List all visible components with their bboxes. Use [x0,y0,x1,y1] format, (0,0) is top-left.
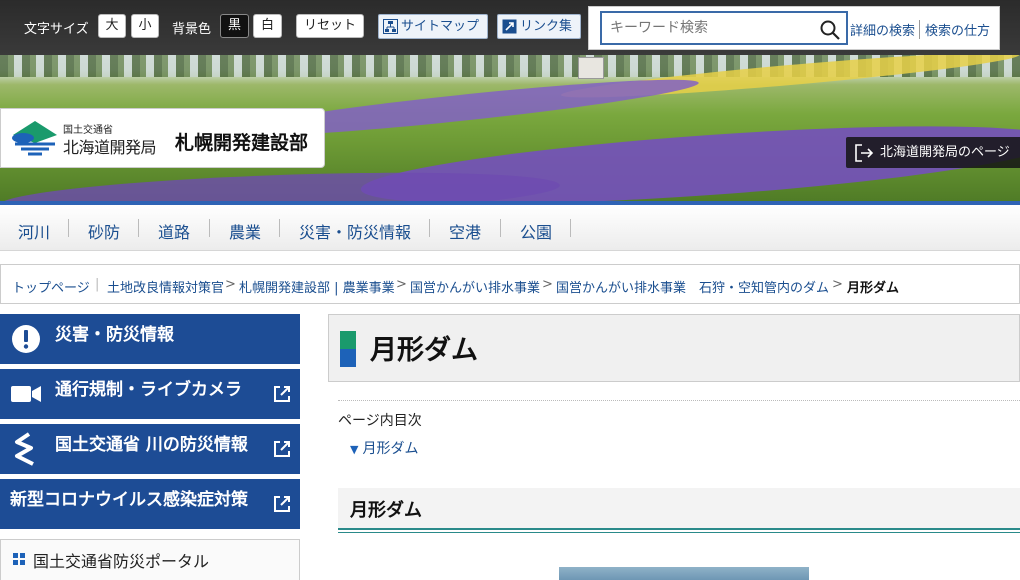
sidebar-traffic-button[interactable]: 通行規制・ライブカメラ [0,369,300,419]
sidebar-disaster-label: 災害・防災情報 [55,325,174,345]
bg-color-label: 背景色 [172,22,212,37]
breadcrumb-item[interactable]: 国営かんがい排水事業 石狩・空知管内のダム [556,277,829,296]
nav-item-park[interactable]: 公園 [520,219,552,243]
links-link[interactable]: リンク集 [497,14,581,39]
grid-icon [13,553,25,565]
reset-button[interactable]: リセット [296,14,364,38]
nav-item-road[interactable]: 道路 [158,219,190,243]
sidebar-river-button[interactable]: 国土交通省 川の防災情報 [0,424,300,474]
bg-black-button[interactable]: 黒 [220,14,249,38]
bureau-logo-icon [12,121,57,156]
toc-item-label: 月形ダム [362,441,419,457]
section-heading: 月形ダム [338,488,1020,533]
exit-icon [855,144,874,162]
sitemap-link[interactable]: サイトマップ [378,14,488,39]
nav-item-disaster[interactable]: 災害・防災情報 [299,219,411,243]
logo-bureau: 北海道開発局 [63,138,157,157]
font-large-button[interactable]: 大 [98,14,126,38]
toc-item[interactable]: ▼ 月形ダム [350,438,418,458]
breadcrumb-item[interactable]: 札幌開発建設部 | 農業事業 [239,277,395,296]
alert-icon [12,325,40,353]
nav-item-agriculture[interactable]: 農業 [229,219,261,243]
banner-tower [578,57,604,79]
title-accent-blue [340,349,356,367]
page-title: 月形ダム [370,335,478,366]
sidebar-river-label: 国土交通省 川の防災情報 [55,435,248,455]
video-camera-icon [11,386,41,402]
how-to-search-link[interactable]: 検索の仕方 [919,20,990,39]
sidebar-portal-label: 国土交通省防災ポータル [33,552,210,571]
logo-office: 札幌開発建設部 [175,132,309,154]
toc-label: ページ内目次 [338,413,422,429]
dam-photo [559,567,809,580]
breadcrumb-current: 月形ダム [847,281,900,296]
breadcrumb-item[interactable]: トップページ [12,277,90,296]
breadcrumb: トップページ | 土地改良情報対策官 > 札幌開発建設部 | 農業事業 > 国営… [0,264,1020,304]
sidebar-corona-button[interactable]: 新型コロナウイルス感染症対策 [0,479,300,529]
hokkaido-bureau-label: 北海道開発局のページ [880,145,1010,160]
breadcrumb-item[interactable]: 国営かんがい排水事業 [410,277,540,296]
external-link-icon [502,19,517,34]
nav-item-river[interactable]: 河川 [18,219,50,243]
sidebar-corona-label: 新型コロナウイルス感染症対策 [10,490,248,510]
advanced-search-link[interactable]: 詳細の検索 [850,20,915,39]
sidebar-portal-link[interactable]: 国土交通省防災ポータル [0,539,300,580]
links-label: リンク集 [520,19,573,34]
search-area: 詳細の検索 検索の仕方 [588,6,1000,50]
external-link-icon [274,441,290,457]
sidebar-traffic-label: 通行規制・ライブカメラ [55,380,242,400]
nav-item-erosion[interactable]: 砂防 [88,219,120,243]
bg-white-button[interactable]: 白 [253,14,282,38]
breadcrumb-item[interactable]: 土地改良情報対策官 [107,277,224,296]
triangle-down-icon: ▼ [350,443,359,456]
title-accent-green [340,331,356,349]
global-nav: 河川 砂防 道路 農業 災害・防災情報 空港 公園 [0,205,1020,251]
nav-item-airport[interactable]: 空港 [449,219,481,243]
sitemap-icon [383,19,398,34]
site-logo[interactable]: 国土交通省 北海道開発局 札幌開発建設部 [0,108,325,168]
sidebar-disaster-button[interactable]: 災害・防災情報 [0,314,300,364]
search-icon[interactable] [819,19,841,41]
divider [338,400,1020,401]
search-input[interactable] [600,11,848,45]
utility-bar: 文字サイズ 大 小 背景色 黒 白 リセット サイトマップ リンク集 詳細の検索… [0,0,1020,55]
font-size-label: 文字サイズ [24,22,89,37]
hokkaido-bureau-link[interactable]: 北海道開発局のページ [846,137,1020,168]
page-title-box: 月形ダム [328,314,1020,382]
external-link-icon [274,386,290,402]
section-heading-text: 月形ダム [350,500,422,521]
external-link-icon [274,496,290,512]
font-small-button[interactable]: 小 [131,14,159,38]
sitemap-label: サイトマップ [401,19,480,34]
river-icon [15,432,34,466]
